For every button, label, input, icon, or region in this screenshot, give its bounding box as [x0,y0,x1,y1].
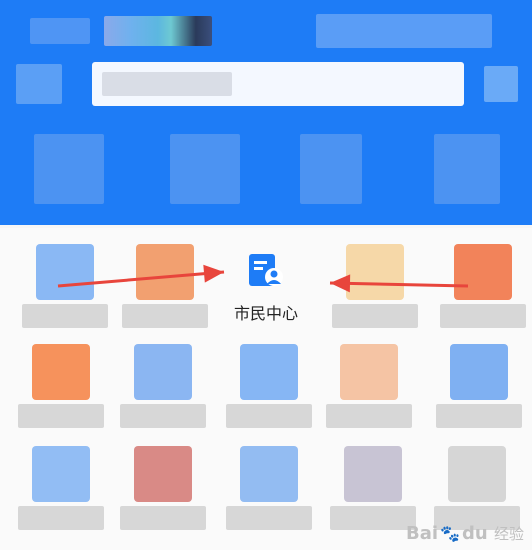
right-arrow-head [330,274,351,293]
baidu-watermark: Bai 🐾 du 经验 [406,523,524,544]
right-arrow-shaft [329,281,469,288]
left-arrow-head [203,264,224,283]
annotation-arrows [57,264,469,293]
left-arrow-shaft [57,270,225,288]
watermark-sub: 经验 [493,525,524,543]
watermark-brand: Bai [406,523,439,544]
watermark-brand-suffix: du [462,523,488,544]
paw-icon: 🐾 [440,524,460,543]
